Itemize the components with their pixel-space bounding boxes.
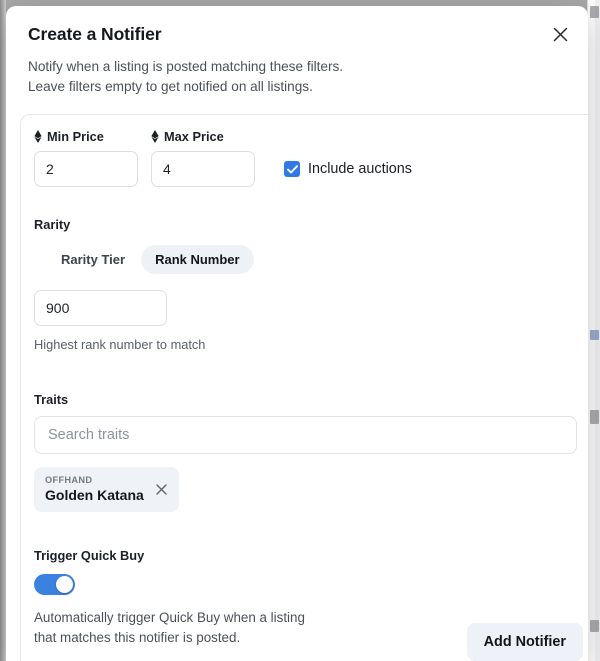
background-content-fragment bbox=[590, 330, 599, 340]
create-notifier-modal: Create a Notifier Notify when a listing … bbox=[6, 6, 588, 661]
rarity-section-label: Rarity bbox=[21, 217, 588, 232]
page-title: Create a Notifier bbox=[28, 24, 566, 45]
min-price-label: Min Price bbox=[34, 129, 138, 144]
min-price-input[interactable] bbox=[34, 151, 138, 187]
max-price-group: Max Price bbox=[151, 129, 255, 187]
include-auctions-group[interactable]: Include auctions bbox=[284, 151, 412, 187]
close-icon[interactable] bbox=[546, 20, 574, 48]
trait-chip-category: OFFHAND bbox=[45, 474, 144, 486]
background-content-fragment bbox=[590, 6, 599, 18]
background-content-fragment bbox=[590, 620, 599, 632]
include-auctions-checkbox[interactable] bbox=[284, 161, 300, 177]
price-filter-row: Min Price Max Price bbox=[21, 129, 588, 187]
quick-buy-toggle[interactable] bbox=[34, 574, 75, 595]
quick-buy-toggle-knob bbox=[56, 576, 73, 593]
trait-chip[interactable]: OFFHAND Golden Katana bbox=[34, 467, 179, 512]
search-traits-input[interactable] bbox=[34, 416, 577, 454]
include-auctions-label: Include auctions bbox=[308, 161, 412, 177]
traits-section: Traits bbox=[21, 392, 588, 454]
modal-description-line-2: Leave filters empty to get notified on a… bbox=[28, 77, 566, 97]
add-notifier-button[interactable]: Add Notifier bbox=[467, 623, 583, 661]
max-price-label-text: Max Price bbox=[164, 129, 224, 144]
selected-traits-row: OFFHAND Golden Katana bbox=[21, 467, 588, 512]
rank-number-group bbox=[21, 290, 588, 326]
rarity-mode-tabs: Rarity Tier Rank Number bbox=[21, 245, 588, 274]
modal-description-line-1: Notify when a listing is posted matching… bbox=[28, 57, 566, 77]
min-price-group: Min Price bbox=[34, 129, 138, 187]
eth-icon bbox=[34, 130, 42, 143]
trait-chip-text: OFFHAND Golden Katana bbox=[45, 474, 144, 504]
trait-chip-value: Golden Katana bbox=[45, 486, 144, 504]
modal-header: Create a Notifier bbox=[6, 6, 588, 45]
tab-rank-number[interactable]: Rank Number bbox=[141, 245, 254, 274]
modal-footer: Add Notifier bbox=[467, 623, 583, 661]
traits-section-label: Traits bbox=[34, 392, 588, 407]
eth-icon bbox=[151, 130, 159, 143]
background-content-fragment bbox=[590, 410, 599, 424]
modal-description: Notify when a listing is posted matching… bbox=[28, 57, 566, 97]
min-price-label-text: Min Price bbox=[47, 129, 104, 144]
tab-rarity-tier[interactable]: Rarity Tier bbox=[47, 245, 139, 274]
rank-number-input[interactable] bbox=[34, 290, 167, 326]
close-icon[interactable] bbox=[150, 477, 174, 501]
filters-card: Min Price Max Price bbox=[20, 114, 588, 661]
max-price-input[interactable] bbox=[151, 151, 255, 187]
max-price-label: Max Price bbox=[151, 129, 255, 144]
quick-buy-label: Trigger Quick Buy bbox=[34, 548, 588, 563]
rank-helper-text: Highest rank number to match bbox=[21, 337, 588, 352]
